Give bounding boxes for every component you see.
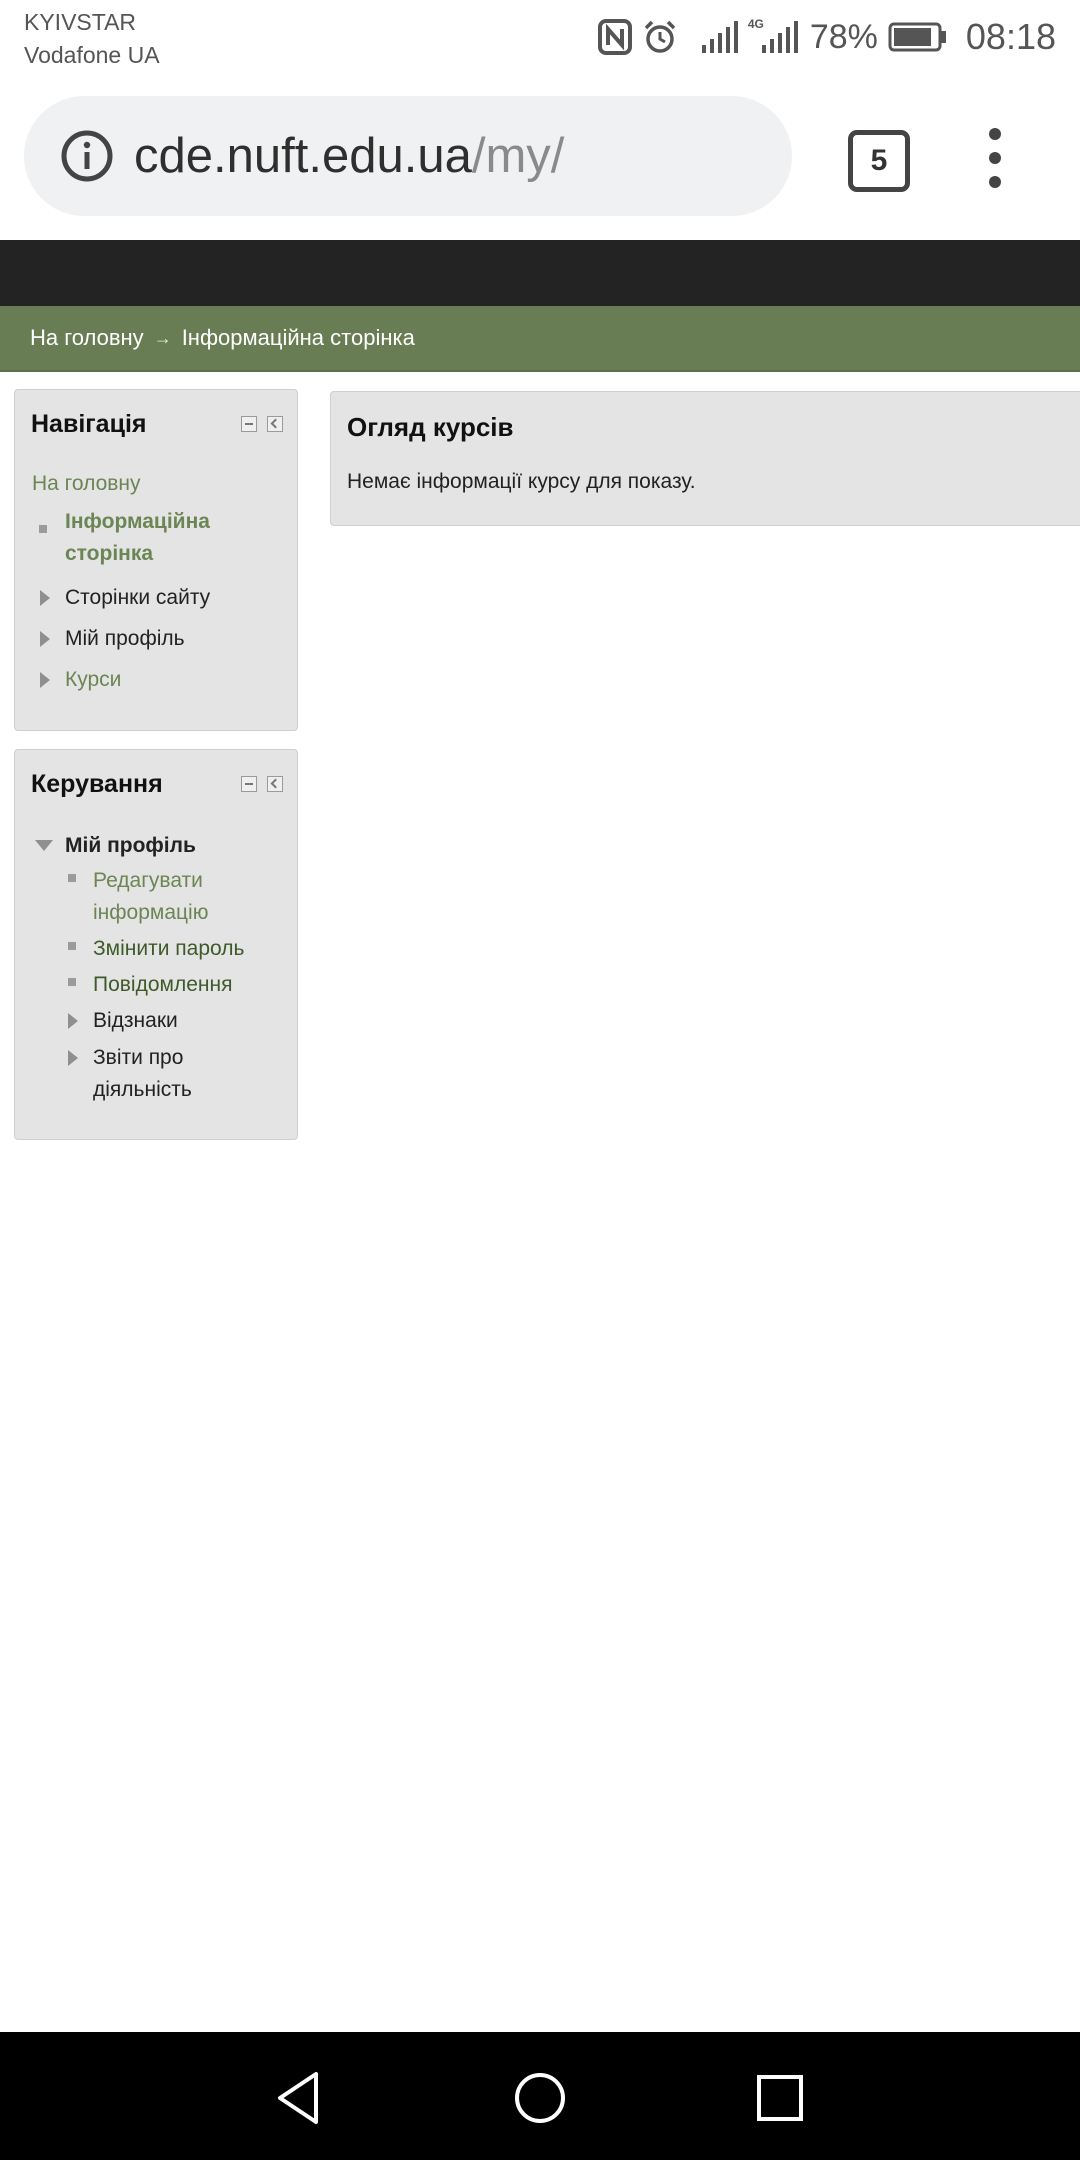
bullet-icon xyxy=(68,942,76,950)
network-type: 4G xyxy=(747,17,764,31)
url-text[interactable]: cde.nuft.edu.ua/my/ xyxy=(134,128,564,184)
nav-item-courses[interactable]: Курси xyxy=(65,664,121,696)
signal-icon-1 xyxy=(701,21,738,53)
browser-toolbar: cde.nuft.edu.ua/my/ 5 xyxy=(0,78,1080,240)
carrier-1: KYIVSTAR xyxy=(24,9,137,35)
nfc-icon xyxy=(597,19,632,55)
info-icon[interactable] xyxy=(60,129,114,183)
admin-item-messages[interactable]: Повідомлення xyxy=(93,969,232,1001)
course-overview-block: Огляд курсів Немає інформації курсу для … xyxy=(330,391,1080,526)
course-overview-title: Огляд курсів xyxy=(347,412,514,442)
nav-item-site-pages[interactable]: Сторінки сайту xyxy=(65,582,210,614)
android-navigation-bar xyxy=(0,2032,1080,2160)
battery-icon xyxy=(888,22,948,52)
nav-item-info-page[interactable]: Інформаційна сторінка xyxy=(65,506,210,570)
administration-block: Керування Мій профіль Редагувати інформа… xyxy=(14,749,298,1140)
administration-block-title: Керування xyxy=(31,770,163,798)
address-bar[interactable]: cde.nuft.edu.ua/my/ xyxy=(24,96,792,216)
collapse-arrow-icon[interactable] xyxy=(35,840,53,851)
collapse-icon[interactable] xyxy=(241,776,257,792)
overflow-menu-icon[interactable] xyxy=(980,128,1010,188)
url-path: /my/ xyxy=(471,129,565,183)
bullet-icon xyxy=(68,978,76,986)
navigation-block-title: Навігація xyxy=(31,410,147,438)
navigation-block: Навігація На головну Інформаційна сторін… xyxy=(14,389,298,731)
no-courses-message: Немає інформації курсу для показу. xyxy=(347,470,696,493)
recents-icon[interactable] xyxy=(750,2068,810,2128)
block-controls xyxy=(241,776,283,792)
nav-home-link[interactable]: На головну xyxy=(32,468,141,500)
home-icon[interactable] xyxy=(510,2068,570,2128)
dock-icon[interactable] xyxy=(267,416,283,432)
expand-arrow-icon[interactable] xyxy=(40,672,50,688)
expand-arrow-icon[interactable] xyxy=(40,631,50,647)
site-header xyxy=(0,240,1080,306)
expand-arrow-icon[interactable] xyxy=(40,590,50,606)
breadcrumb: На головну → Інформаційна сторінка xyxy=(0,306,1080,372)
block-controls xyxy=(241,416,283,432)
breadcrumb-separator: → xyxy=(153,327,172,348)
clock: 08:18 xyxy=(965,16,1056,57)
signal-icon-2: 4G xyxy=(748,17,798,53)
expand-arrow-icon[interactable] xyxy=(68,1050,78,1066)
admin-item-badges[interactable]: Відзнаки xyxy=(93,1005,178,1037)
carrier-2: Vodafone UA xyxy=(24,42,160,68)
url-host: cde.nuft.edu.ua xyxy=(134,129,472,183)
admin-item-activity-reports[interactable]: Звіти про діяльність xyxy=(93,1042,192,1106)
nav-item-my-profile[interactable]: Мій профіль xyxy=(65,623,185,655)
collapse-icon[interactable] xyxy=(241,416,257,432)
dock-icon[interactable] xyxy=(267,776,283,792)
tab-switcher-button[interactable]: 5 xyxy=(848,130,910,192)
bullet-icon xyxy=(39,525,47,533)
breadcrumb-home[interactable]: На головну xyxy=(30,325,144,351)
bullet-icon xyxy=(68,874,76,882)
admin-section-my-profile[interactable]: Мій профіль xyxy=(65,830,196,862)
back-icon[interactable] xyxy=(270,2068,330,2128)
status-icons: 4G 78% 08:18 xyxy=(597,12,1056,62)
carrier-names: KYIVSTAR Vodafone UA xyxy=(24,6,160,72)
admin-item-change-password[interactable]: Змінити пароль xyxy=(93,933,244,965)
status-bar: KYIVSTAR Vodafone UA 4G 78% 08:18 xyxy=(0,0,1080,78)
alarm-icon xyxy=(642,19,678,55)
battery-percent: 78% xyxy=(809,17,878,56)
expand-arrow-icon[interactable] xyxy=(68,1013,78,1029)
admin-item-edit-info[interactable]: Редагувати інформацію xyxy=(93,865,208,929)
breadcrumb-current: Інформаційна сторінка xyxy=(181,325,415,350)
